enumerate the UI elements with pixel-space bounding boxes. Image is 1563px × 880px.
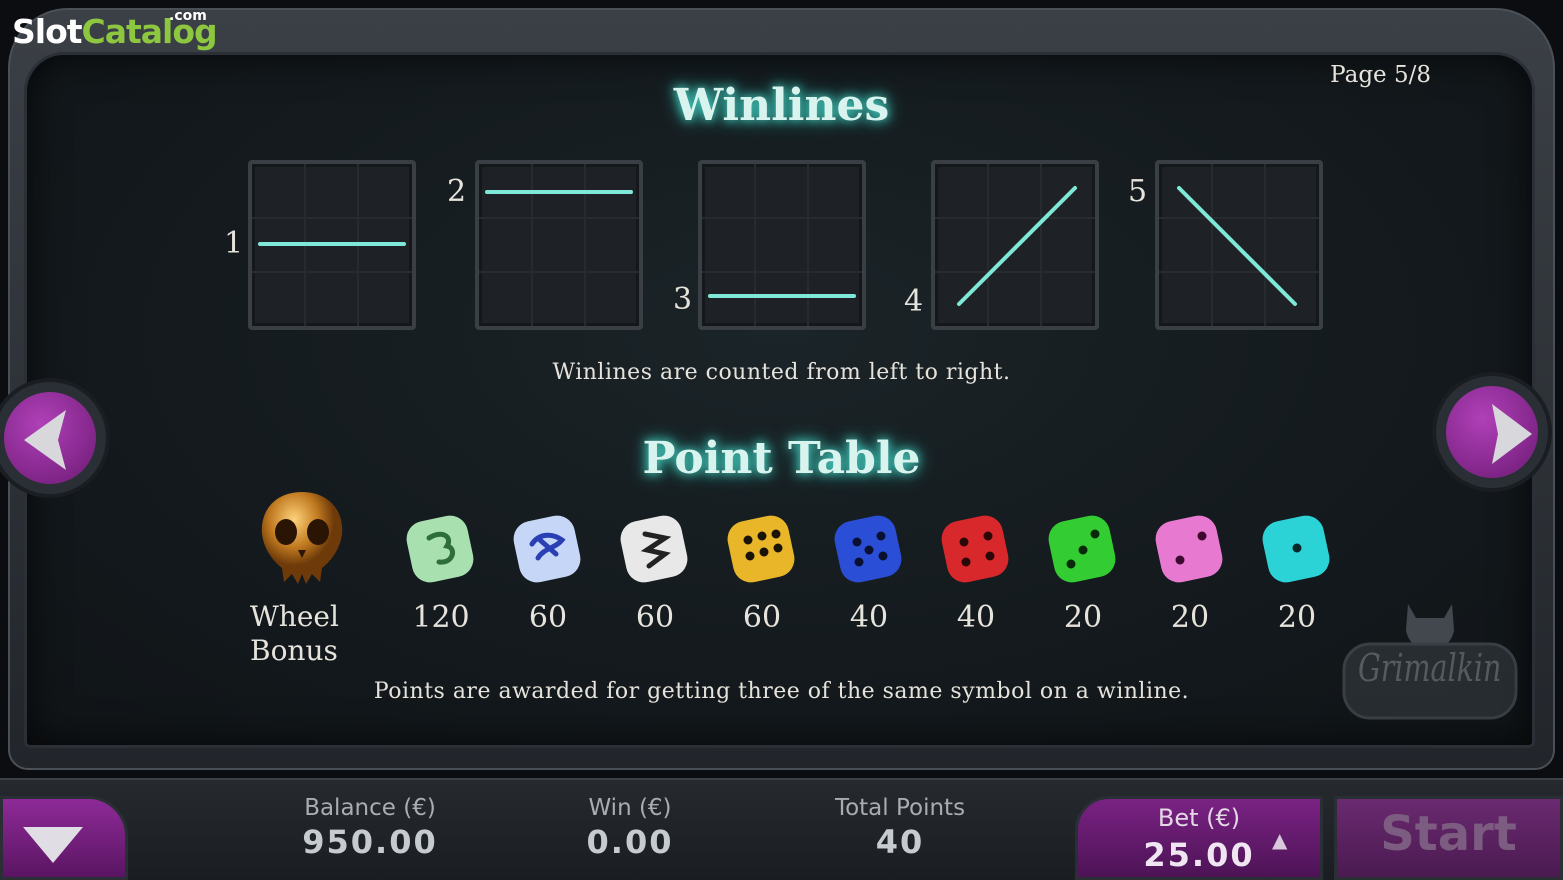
winline-1-diagram: [248, 160, 416, 330]
golden-cat-skull-icon: [252, 488, 352, 592]
point-table-title: Point Table: [642, 433, 921, 484]
cyan-die-icon: [1247, 488, 1347, 592]
point-table-note: Points are awarded for getting three of …: [373, 679, 1190, 704]
points-value: 20: [1170, 600, 1210, 635]
blue-die-icon: [819, 488, 919, 592]
bet-increase-arrow-icon[interactable]: ▲: [1272, 828, 1287, 852]
winline-number-1: 1: [224, 226, 244, 261]
winline-3-diagram: [698, 160, 866, 330]
blue-rune-die-icon: [498, 488, 598, 592]
green-die-icon: [1033, 488, 1133, 592]
white-rune-die-icon: [605, 488, 705, 592]
red-die-icon: [926, 488, 1026, 592]
grimalkin-logo-text: Grimalkin: [1358, 646, 1502, 690]
total-points-label: Total Points: [834, 795, 966, 821]
yellow-die-icon: [712, 488, 812, 592]
win-value: 0.00: [586, 823, 674, 861]
points-value: 60: [528, 600, 568, 635]
chevron-down-icon: [23, 827, 83, 863]
balance-label: Balance (€): [304, 795, 436, 821]
winline-number-5: 5: [1128, 174, 1148, 209]
points-value: 40: [956, 600, 996, 635]
wheel-bonus-line1: Wheel: [250, 600, 339, 633]
arrow-left-icon: [24, 410, 66, 470]
bottom-bar: [0, 778, 1563, 880]
balance-value: 950.00: [302, 823, 438, 861]
points-value: 60: [635, 600, 675, 635]
logo-com-text: .com: [169, 8, 207, 24]
points-value: 20: [1063, 600, 1103, 635]
win-label: Win (€): [588, 795, 672, 821]
winlines-title: Winlines: [673, 80, 890, 131]
green-rune-die-icon: [391, 488, 491, 592]
start-label: Start: [1380, 806, 1517, 862]
points-value: 120: [412, 600, 470, 635]
winline-number-4: 4: [904, 284, 924, 319]
total-points-display: Total Points 40: [790, 795, 1010, 861]
win-display: Win (€) 0.00: [530, 795, 730, 861]
wheel-bonus-line2: Bonus: [250, 634, 338, 667]
menu-toggle-button[interactable]: [0, 796, 128, 880]
points-value: 20: [1277, 600, 1317, 635]
previous-page-button[interactable]: [0, 378, 110, 498]
points-value: 40: [849, 600, 889, 635]
winline-2-diagram: [475, 160, 643, 330]
balance-display: Balance (€) 950.00: [270, 795, 470, 861]
wheel-bonus-label: Wheel Bonus: [250, 600, 360, 668]
next-page-button[interactable]: [1432, 372, 1552, 492]
winline-number-2: 2: [447, 174, 467, 209]
winline-5-diagram: [1155, 160, 1323, 330]
slotcatalog-logo: SlotCatalog .com: [12, 8, 218, 51]
logo-slot-text: Slot: [12, 12, 83, 51]
winline-4-diagram: [931, 160, 1099, 330]
arrow-right-icon: [1492, 404, 1532, 464]
points-value: 60: [742, 600, 782, 635]
winlines-note: Winlines are counted from left to right.: [552, 360, 1011, 385]
grimalkin-logo: Grimalkin: [1340, 600, 1520, 725]
winline-number-3: 3: [673, 282, 693, 317]
total-points-value: 40: [875, 823, 925, 861]
pink-die-icon: [1140, 488, 1240, 592]
